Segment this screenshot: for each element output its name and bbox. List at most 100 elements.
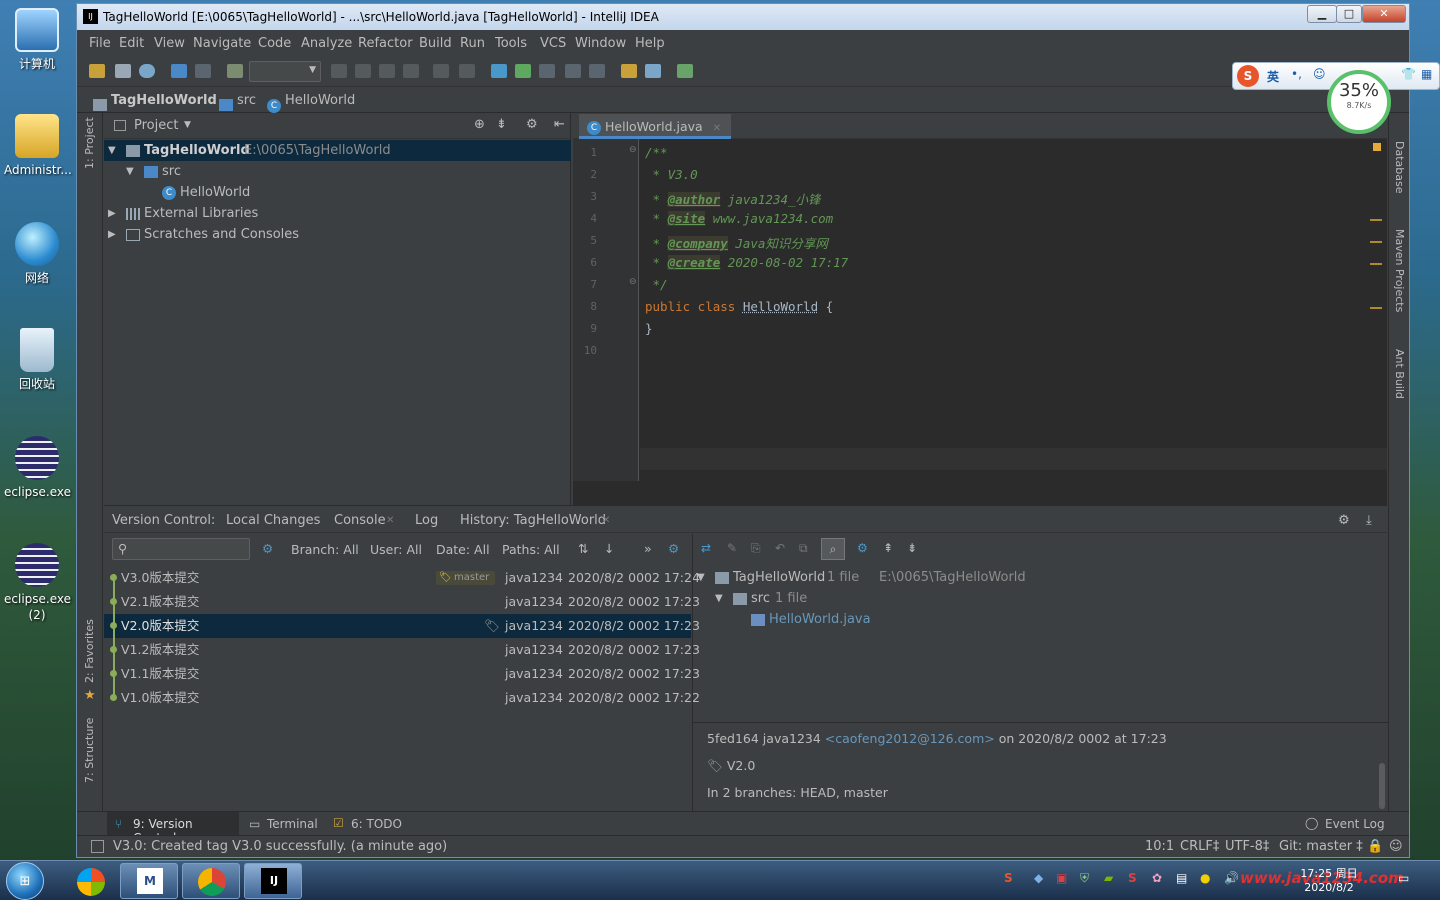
network-speed-widget[interactable]: 35% 8.7K/s (1327, 70, 1391, 134)
menu-file[interactable]: File (89, 36, 111, 51)
sogou-tray-icon[interactable]: S (1004, 871, 1013, 885)
collapse-all-icon[interactable]: ⇟ (907, 541, 917, 555)
taskbar-app-m[interactable]: M (120, 863, 178, 899)
ime-language-label[interactable]: 英 (1267, 68, 1279, 85)
action-center-icon[interactable]: ▭ (1398, 871, 1409, 885)
error-stripe-mark[interactable] (1370, 307, 1382, 309)
gear-icon[interactable]: ⚙ (668, 541, 679, 556)
breadcrumb-project[interactable]: TagHelloWorld (111, 93, 217, 108)
log-row[interactable]: V1.0版本提交 java1234 2020/8/2 0002 17:22 (104, 686, 700, 710)
back-arrow-icon[interactable] (171, 64, 187, 78)
tree-item-project-root[interactable]: ▼ TagHelloWorld E:\0065\TagHelloWorld (104, 140, 571, 161)
tab-project[interactable]: 1: Project (83, 117, 96, 169)
toolbox-icon[interactable]: ▦ (1421, 67, 1432, 81)
desktop-icon-eclipse[interactable]: eclipse.exe (4, 436, 71, 500)
menu-code[interactable]: Code (258, 36, 291, 51)
tree-item-scratches[interactable]: ▶ Scratches and Consoles (104, 224, 571, 245)
log-row[interactable]: V3.0版本提交 🏷 master java1234 2020/8/2 0002 … (104, 566, 700, 590)
project-structure-grid-icon[interactable] (645, 64, 661, 78)
target-locate-icon[interactable]: ⊕ (474, 117, 485, 132)
code-line-3[interactable]: * @author java1234_小锋 (645, 189, 821, 208)
cherry-pick-icon[interactable]: ⇅ (578, 541, 588, 556)
hide-panel-icon[interactable]: ⇤ (554, 117, 565, 132)
caret-position[interactable]: 10:1 (1145, 839, 1174, 854)
maximize-button[interactable]: □ (1336, 5, 1362, 23)
tab-ant-build[interactable]: Ant Build (1393, 349, 1406, 399)
nvidia-icon[interactable]: ▰ (1104, 871, 1113, 885)
build-project-icon[interactable] (227, 64, 243, 78)
encoding-selector[interactable]: UTF-8‡ (1225, 839, 1269, 854)
menu-help[interactable]: Help (635, 36, 665, 51)
forward-arrow-icon[interactable] (195, 64, 211, 78)
vcs-revert-icon[interactable] (589, 64, 605, 78)
preview-diff-toggle[interactable]: ⌕ (821, 538, 845, 560)
breadcrumb-file[interactable]: HelloWorld (285, 93, 355, 108)
gear-icon[interactable]: ⚙ (857, 541, 868, 555)
tab-database[interactable]: Database (1393, 141, 1406, 194)
menu-build[interactable]: Build (419, 36, 452, 51)
collapse-all-icon[interactable]: ⇟ (496, 117, 507, 132)
chevron-right-icon[interactable]: ▶ (108, 224, 116, 245)
error-stripe-mark[interactable] (1370, 241, 1382, 243)
menu-refactor[interactable]: Refactor (358, 36, 413, 51)
log-search-input[interactable]: ⚲ (112, 538, 250, 560)
fold-marker-icon[interactable]: ⊖ (629, 145, 637, 155)
chevron-right-icon[interactable]: ▶ (108, 203, 116, 224)
tray-icon[interactable]: ▣ (1056, 871, 1067, 885)
settings-wrench-icon[interactable] (621, 64, 637, 78)
stop-icon[interactable] (403, 64, 419, 78)
inspector-icon[interactable]: ☺ (1389, 839, 1403, 854)
log-row[interactable]: V1.1版本提交 java1234 2020/8/2 0002 17:23 (104, 662, 700, 686)
gear-icon[interactable]: ⚙ (526, 117, 538, 132)
plugin-icon[interactable] (677, 64, 693, 78)
title-bar[interactable]: IJ TagHelloWorld [E:\0065\TagHelloWorld]… (77, 4, 1409, 30)
gear-icon[interactable]: ⚙ (1338, 513, 1350, 528)
lock-icon[interactable]: 🔒 (1367, 839, 1383, 854)
changes-file[interactable]: HelloWorld.java (693, 609, 1388, 630)
date-filter[interactable]: Date: All (436, 542, 490, 557)
menu-analyze[interactable]: Analyze (301, 36, 352, 51)
branch-filter[interactable]: Branch: All (291, 542, 359, 557)
status-message[interactable]: V3.0: Created tag V3.0 successfully. (a … (113, 839, 447, 854)
desktop-icon-user-folder[interactable]: Administr... (4, 114, 72, 178)
chevron-down-icon[interactable]: ▼ (184, 120, 191, 130)
paths-filter[interactable]: Paths: All (502, 542, 560, 557)
vcs-compare-icon[interactable] (539, 64, 555, 78)
error-stripe-mark[interactable] (1370, 263, 1382, 265)
menu-vcs[interactable]: VCS (540, 36, 566, 51)
menu-navigate[interactable]: Navigate (193, 36, 251, 51)
tab-console[interactable]: Console (334, 513, 386, 528)
start-button[interactable]: ⊞ (6, 862, 44, 900)
tab-favorites[interactable]: 2: Favorites (83, 619, 96, 683)
more-filters-button[interactable]: » (644, 541, 652, 556)
tray-icon[interactable]: S (1128, 871, 1137, 885)
volume-icon[interactable]: 🔊 (1224, 871, 1239, 885)
jump-down-icon[interactable]: ↓ (604, 541, 614, 556)
chevron-down-icon[interactable]: ▼ (697, 567, 705, 588)
gear-icon[interactable]: ⚙ (262, 541, 273, 556)
code-line-5[interactable]: * @company Java知识分享网 (645, 233, 828, 252)
tree-item-helloworld[interactable]: C HelloWorld (104, 182, 571, 203)
synchronize-icon[interactable] (139, 64, 155, 78)
open-repo-version-icon[interactable]: ⎘ (751, 541, 761, 556)
tree-item-src[interactable]: ▼ src (104, 161, 571, 182)
edit-source-icon[interactable]: ✎ (727, 541, 737, 555)
menu-run[interactable]: Run (460, 36, 485, 51)
tab-maven-projects[interactable]: Maven Projects (1393, 229, 1406, 312)
vcs-history-icon[interactable] (565, 64, 581, 78)
commit-email-link[interactable]: <caofeng2012@126.com> (825, 731, 995, 746)
taskbar-chrome[interactable] (182, 863, 240, 899)
network-tray-icon[interactable]: ▤ (1176, 871, 1187, 885)
error-stripe-mark[interactable] (1370, 219, 1382, 221)
editor-tab-helloworld[interactable]: C HelloWorld.java ✕ (579, 114, 732, 139)
vcs-commit-icon[interactable] (515, 64, 531, 78)
toggle-tool-windows-icon[interactable] (91, 840, 104, 853)
clock[interactable]: 17:25 周日 2020/8/2 (1296, 865, 1362, 894)
vcs-update-icon[interactable] (491, 64, 507, 78)
tab-local-changes[interactable]: Local Changes (226, 513, 320, 528)
tab-structure[interactable]: 7: Structure (83, 718, 96, 783)
code-line-8[interactable]: public class HelloWorld { (645, 299, 833, 314)
close-tab-icon[interactable]: ✕ (386, 515, 394, 526)
desktop-icon-eclipse-2[interactable]: eclipse.exe (2) (4, 543, 71, 623)
changes-src[interactable]: ▼ src 1 file (693, 588, 1388, 609)
